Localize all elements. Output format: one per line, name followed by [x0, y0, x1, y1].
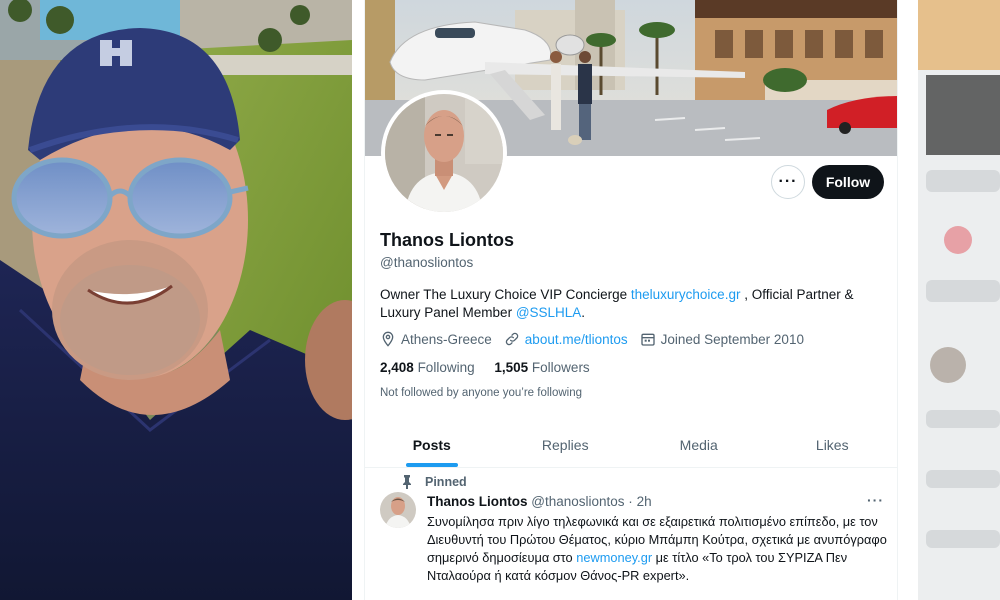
profile-meta-row: Athens-Greece about.me/tliontos Joined S… — [380, 331, 816, 347]
selfie-photo — [0, 0, 352, 600]
followers-label: Followers — [531, 360, 590, 375]
profile-bio: Owner The Luxury Choice VIP Concierge th… — [380, 286, 880, 322]
profile-panel: ··· Follow Thanos Liontos @thanosliontos… — [364, 0, 898, 600]
pinned-post[interactable]: Pinned Thanos Liontos @thanosliontos · 2… — [365, 468, 897, 600]
display-name: Thanos Liontos — [380, 230, 514, 250]
bio-mention-link[interactable]: @SSLHLA — [516, 305, 581, 320]
pin-icon — [403, 475, 411, 489]
followers-stat[interactable]: 1,505 Followers — [494, 360, 589, 375]
more-options-button[interactable]: ··· — [771, 165, 805, 199]
link-icon — [505, 332, 519, 346]
website-item[interactable]: about.me/tliontos — [504, 331, 628, 347]
not-followed-note: Not followed by anyone you’re following — [380, 387, 583, 399]
follow-button[interactable]: Follow — [812, 165, 884, 199]
following-count: 2,408 — [380, 360, 414, 375]
pinned-label: Pinned — [425, 475, 467, 489]
profile-stats-row: 2,408 Following 1,505 Followers — [380, 360, 606, 375]
bio-text: . — [581, 305, 586, 320]
location-text: Athens-Greece — [401, 331, 492, 347]
location-pin-icon — [382, 331, 394, 347]
joined-text: Joined September 2010 — [660, 331, 804, 347]
post-separator: · — [628, 494, 633, 509]
tab-label: Media — [679, 436, 718, 453]
profile-tabs: Posts Replies Media Likes — [365, 422, 898, 468]
website-link[interactable]: about.me/tliontos — [525, 332, 628, 347]
post-body: Συνομίλησα πριν λίγο τηλεφωνικά και σε ε… — [427, 513, 889, 585]
pinned-indicator: Pinned — [401, 475, 467, 489]
tab-likes[interactable]: Likes — [766, 422, 898, 467]
tab-label: Likes — [815, 436, 849, 453]
post-header: Thanos Liontos @thanosliontos · 2h — [427, 494, 652, 509]
screenshot-composite: ··· Follow Thanos Liontos @thanosliontos… — [0, 0, 1000, 600]
following-stat[interactable]: 2,408 Following — [380, 360, 475, 375]
joined-item: Joined September 2010 — [640, 331, 804, 347]
post-more-icon[interactable]: ··· — [867, 492, 884, 508]
post-timestamp[interactable]: 2h — [637, 494, 652, 509]
bio-website-link[interactable]: theluxurychoice.gr — [631, 287, 741, 302]
post-link[interactable]: newmoney.gr — [576, 550, 652, 565]
active-tab-indicator — [405, 463, 458, 467]
post-author-handle[interactable]: @thanosliontos — [531, 494, 624, 509]
post-author-avatar[interactable] — [380, 492, 416, 528]
tab-label: Replies — [541, 436, 589, 453]
profile-handle: @thanosliontos — [380, 255, 474, 270]
tab-posts[interactable]: Posts — [365, 422, 499, 467]
follow-button-label: Follow — [825, 174, 871, 190]
bio-text: Owner The Luxury Choice VIP Concierge — [380, 287, 631, 302]
more-dots-icon: ··· — [778, 173, 798, 190]
calendar-icon — [640, 333, 655, 346]
tab-media[interactable]: Media — [632, 422, 766, 467]
followers-count: 1,505 — [494, 360, 529, 375]
tab-label: Posts — [412, 436, 451, 453]
profile-avatar[interactable] — [381, 90, 507, 216]
tab-replies[interactable]: Replies — [499, 422, 633, 467]
post-author-name[interactable]: Thanos Liontos — [427, 494, 528, 509]
following-label: Following — [417, 360, 475, 375]
location-item: Athens-Greece — [380, 331, 492, 347]
blurred-sidebar-strip — [918, 0, 1000, 600]
